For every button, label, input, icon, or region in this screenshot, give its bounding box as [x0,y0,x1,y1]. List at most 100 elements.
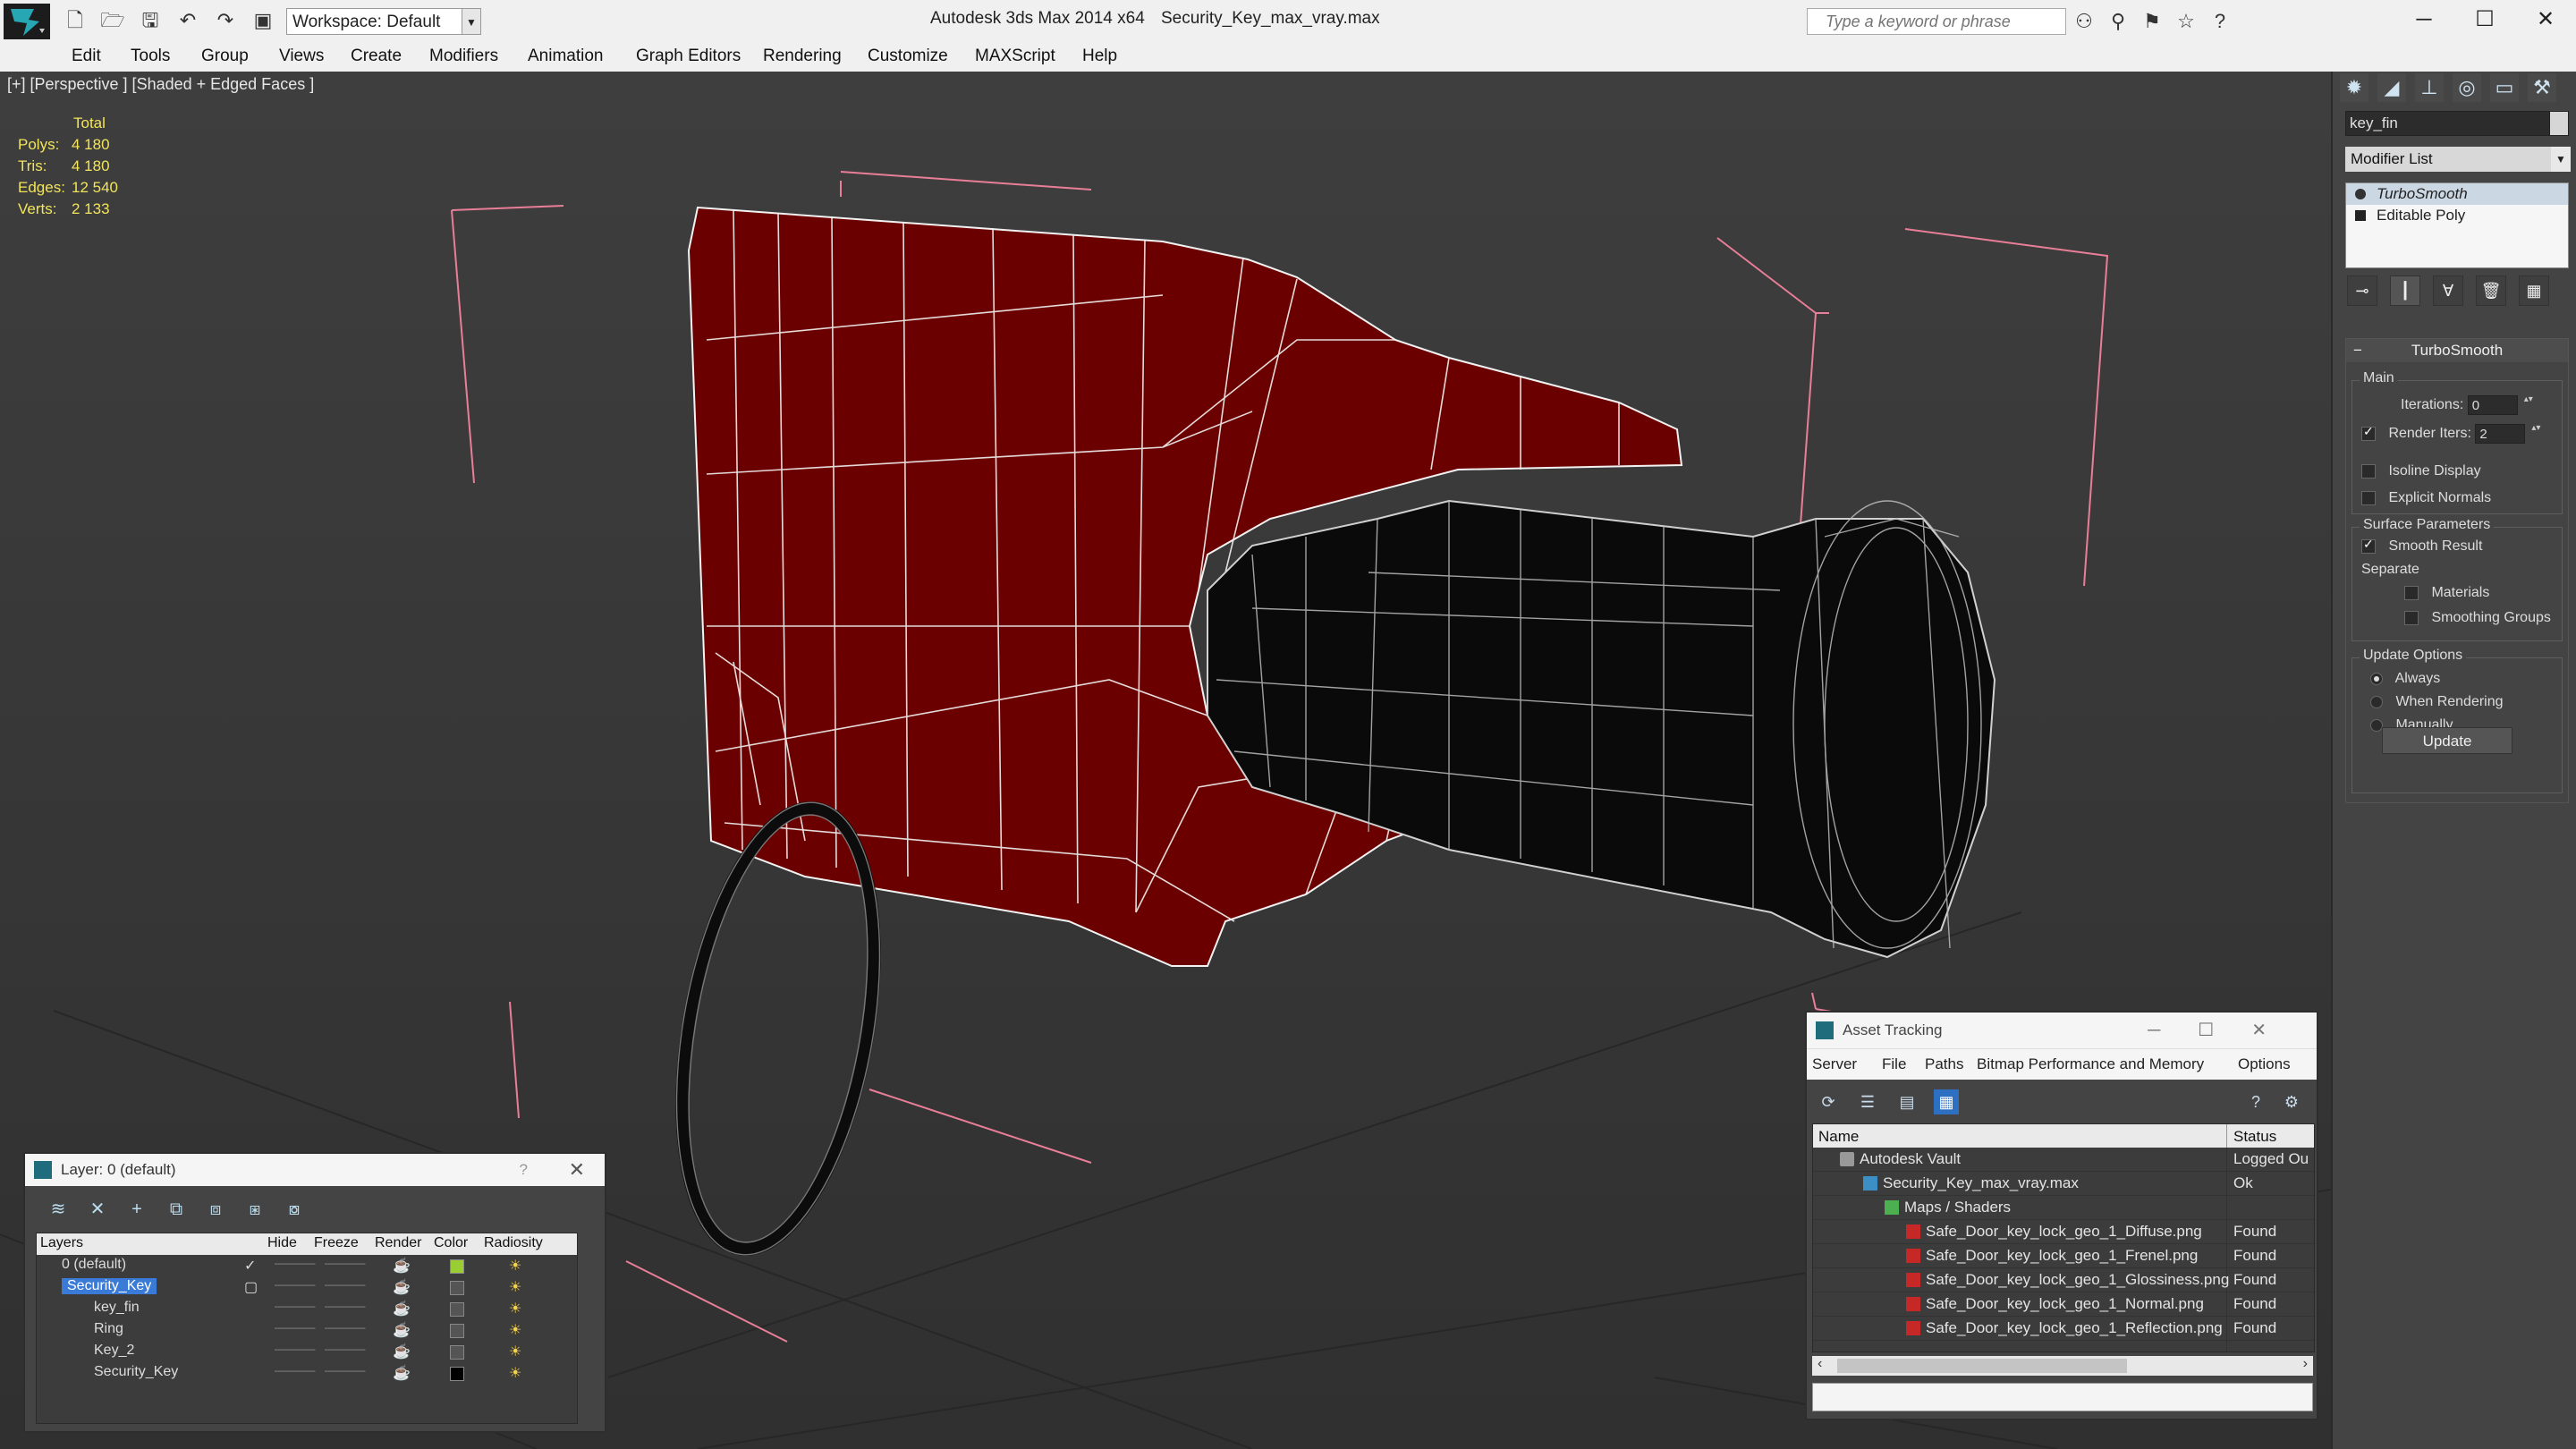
table-view-icon[interactable]: ▦ [1934,1089,1959,1114]
layer-color-swatch[interactable] [450,1302,464,1317]
modifier-list-dropdown[interactable]: Modifier List ▼ [2345,147,2571,172]
radiosity-icon[interactable]: ☀ [509,1364,521,1382]
radiosity-icon[interactable]: ☀ [509,1321,521,1339]
when-rendering-option[interactable]: When Rendering [2370,694,2504,710]
freeze-toggle[interactable]: ──── [325,1321,365,1337]
col-render[interactable]: Render [375,1235,421,1251]
hide-toggle[interactable]: ──── [275,1278,315,1294]
menu-create[interactable]: Create [351,47,402,66]
help-icon[interactable]: ? [2243,1089,2268,1114]
freeze-toggle[interactable]: ──── [325,1364,365,1380]
col-freeze[interactable]: Freeze [314,1235,359,1251]
rollout-header[interactable]: − TurboSmooth [2346,339,2568,362]
smooth-result-control[interactable]: Smooth Result [2361,537,2482,555]
lightbulb-icon[interactable] [2355,189,2366,199]
undo-icon[interactable]: ↶ [175,9,200,32]
close-icon[interactable]: ✕ [569,1154,585,1186]
hierarchy-tab-icon[interactable]: ⊥ [2415,73,2444,102]
freeze-toggle[interactable]: ──── [325,1257,365,1273]
asset-window-title-bar[interactable]: Asset Tracking ─☐✕ [1807,1013,2317,1048]
asset-menu-file[interactable]: File [1882,1055,1906,1073]
isoline-control[interactable]: Isoline Display [2361,463,2481,479]
asset-menu-options[interactable]: Options [2238,1055,2291,1073]
binoculars-icon[interactable]: ⚇ [2072,9,2097,34]
asset-path-field[interactable] [1812,1383,2313,1411]
expand-icon[interactable] [2355,210,2366,221]
radiosity-icon[interactable]: ☀ [509,1257,521,1275]
freeze-all-layers-icon[interactable]: ⧇ [281,1197,308,1222]
horizontal-scrollbar[interactable]: ‹ › [1812,1356,2313,1376]
render-iters-checkbox[interactable] [2361,424,2376,441]
menu-edit[interactable]: Edit [72,47,101,66]
stack-item-turbosmooth[interactable]: TurboSmooth [2346,183,2568,205]
pin-stack-icon[interactable]: ⊸ [2347,275,2377,306]
menu-modifiers[interactable]: Modifiers [429,47,498,66]
table-row[interactable]: Safe_Door_key_lock_geo_1_Normal.png Foun… [1813,1292,2314,1317]
freeze-toggle[interactable]: ──── [325,1343,365,1359]
motion-tab-icon[interactable]: ◎ [2453,73,2481,102]
create-tab-icon[interactable]: ✹ [2340,73,2368,102]
table-row[interactable]: 0 (default) ✓ ──── ──── ☕ ☀ [37,1255,577,1276]
modify-tab-icon[interactable]: ◢ [2377,73,2406,102]
communication-icon[interactable]: ⚑ [2140,9,2165,34]
configure-modifier-sets-icon[interactable]: ▦ [2519,275,2549,306]
utilities-tab-icon[interactable]: ⚒ [2528,73,2556,102]
col-name[interactable]: Name [1818,1128,1859,1146]
menu-customize[interactable]: Customize [868,47,948,66]
explicit-normals-control[interactable]: Explicit Normals [2361,490,2491,506]
hide-all-layers-icon[interactable]: ⧆ [242,1197,268,1222]
menu-group[interactable]: Group [201,47,249,66]
asset-menu-paths[interactable]: Paths [1925,1055,1963,1073]
table-row[interactable]: Security_Key ▢ ──── ──── ☕ ☀ [37,1276,577,1298]
menu-views[interactable]: Views [279,47,324,66]
create-layer-icon[interactable]: ≋ [45,1197,72,1222]
app-logo-icon[interactable] [4,4,50,39]
freeze-toggle[interactable]: ──── [325,1300,365,1316]
table-row[interactable]: Maps / Shaders [1813,1196,2314,1220]
scrollbar-thumb[interactable] [1837,1359,2127,1373]
col-color[interactable]: Color [434,1235,468,1251]
make-unique-icon[interactable]: ∀ [2433,275,2463,306]
maximize-button[interactable]: ☐ [2454,0,2515,39]
layer-name[interactable]: Security_Key [94,1364,178,1380]
radiosity-icon[interactable]: ☀ [509,1300,521,1318]
teapot-icon[interactable]: ☕ [393,1257,411,1275]
layer-name[interactable]: Security_Key [62,1278,157,1294]
materials-checkbox[interactable] [2404,585,2419,600]
hide-toggle[interactable]: ──── [275,1364,315,1380]
show-end-result-icon[interactable]: ┃ [2390,275,2420,306]
menu-tools[interactable]: Tools [131,47,170,66]
minimize-button[interactable]: ─ [2394,0,2454,39]
col-status[interactable]: Status [2233,1128,2276,1146]
table-row[interactable]: key_fin ──── ──── ☕ ☀ [37,1298,577,1319]
new-file-icon[interactable]: 🗋 [63,9,88,32]
layer-window-title-bar[interactable]: Layer: 0 (default) ? ✕ [25,1154,605,1186]
table-row[interactable]: Safe_Door_key_lock_geo_1_Reflection.png … [1813,1317,2314,1341]
search-input[interactable] [1808,9,2065,34]
materials-control[interactable]: Materials [2404,585,2489,601]
project-folder-icon[interactable]: ▣ [250,9,275,32]
workspace-selector[interactable]: Workspace: Default ▼ [286,8,479,35]
table-row[interactable]: Safe_Door_key_lock_geo_1_Frenel.png Foun… [1813,1244,2314,1268]
highlight-layer-icon[interactable]: ⧈ [202,1197,229,1222]
teapot-icon[interactable]: ☕ [393,1278,411,1296]
select-objects-icon[interactable]: ⧉ [163,1197,190,1222]
col-radiosity[interactable]: Radiosity [484,1235,543,1251]
layer-color-swatch[interactable] [450,1345,464,1360]
explicit-normals-checkbox[interactable] [2361,490,2376,505]
teapot-icon[interactable]: ☕ [393,1364,411,1382]
layer-color-swatch[interactable] [450,1324,464,1338]
display-tab-icon[interactable]: ▭ [2490,73,2519,102]
close-button[interactable]: ✕ [2515,0,2576,39]
table-row[interactable]: Security_Key_max_vray.max Ok [1813,1172,2314,1196]
hide-toggle[interactable]: ──── [275,1257,315,1273]
table-row[interactable]: Safe_Door_key_lock_geo_1_Diffuse.png Fou… [1813,1220,2314,1244]
hide-toggle[interactable]: ──── [275,1321,315,1337]
teapot-icon[interactable]: ☕ [393,1343,411,1360]
scroll-left-icon[interactable]: ‹ [1818,1356,1822,1372]
isoline-checkbox[interactable] [2361,463,2376,479]
always-radio[interactable] [2370,672,2383,685]
table-row[interactable]: Safe_Door_key_lock_geo_1_Glossiness.png … [1813,1268,2314,1292]
menu-maxscript[interactable]: MAXScript [975,47,1055,66]
always-option[interactable]: Always [2370,671,2440,687]
